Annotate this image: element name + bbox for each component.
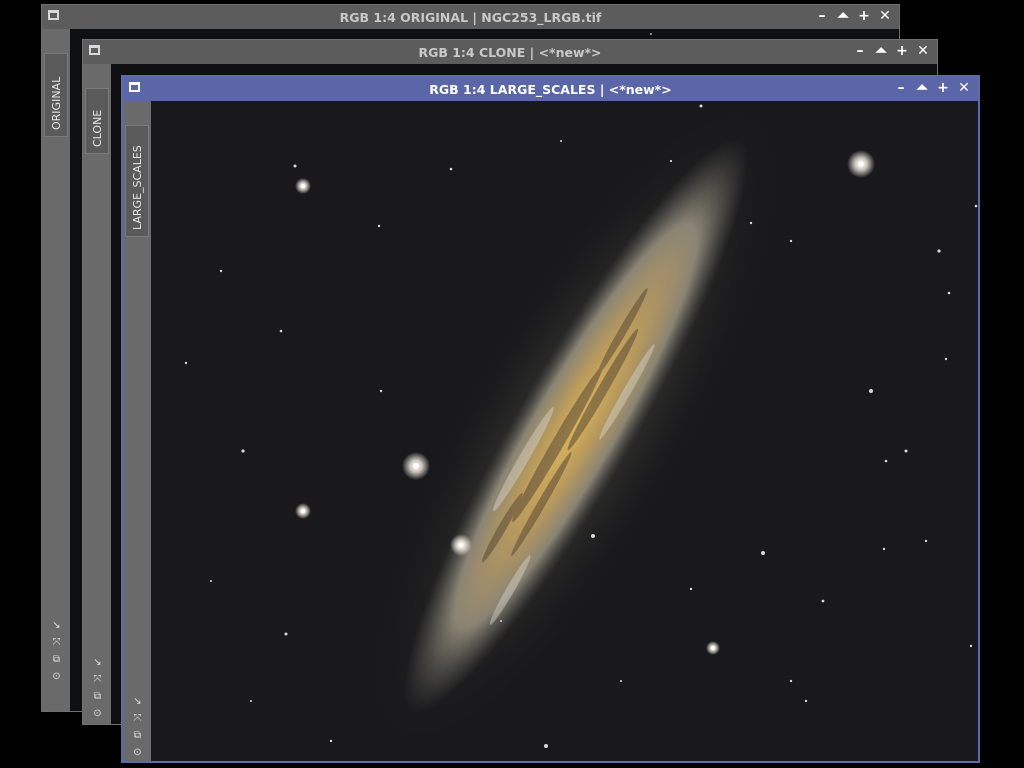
fit-view-icon[interactable]: ↘	[50, 619, 63, 632]
shade-button[interactable]: ⏶	[873, 43, 889, 60]
side-panel: LARGE_SCALES ↘ ⤧ ⧉ ⊙	[123, 101, 151, 761]
maximize-button[interactable]: +	[935, 80, 951, 97]
desktop-left	[0, 0, 40, 768]
maximize-button[interactable]: +	[894, 43, 910, 60]
galaxy-image	[151, 101, 978, 761]
shade-button[interactable]: ⏶	[914, 80, 930, 97]
view-tools: ↘ ⤧ ⧉ ⊙	[131, 695, 144, 759]
fit-view-icon[interactable]: ↘	[131, 695, 144, 708]
titlebar-large-scales[interactable]: RGB 1:4 LARGE_SCALES | <*new*> – ⏶ + ✕	[123, 77, 978, 101]
close-button[interactable]: ✕	[877, 8, 893, 25]
side-panel: CLONE ↘ ⤧ ⧉ ⊙	[83, 64, 111, 724]
zoom-icon[interactable]: ⤧	[131, 712, 144, 725]
minimize-button[interactable]: –	[814, 8, 830, 25]
target-icon[interactable]: ⊙	[91, 707, 104, 720]
close-button[interactable]: ✕	[956, 80, 972, 97]
tab-label: LARGE_SCALES	[131, 145, 144, 230]
close-button[interactable]: ✕	[915, 43, 931, 60]
window-title: RGB 1:4 CLONE | <*new*>	[418, 45, 602, 60]
window-title: RGB 1:4 LARGE_SCALES | <*new*>	[429, 82, 672, 97]
tab-large-scales[interactable]: LARGE_SCALES	[125, 125, 149, 237]
shade-button[interactable]: ⏶	[835, 8, 851, 25]
view-tools: ↘ ⤧ ⧉ ⊙	[50, 619, 63, 683]
zoom-icon[interactable]: ⤧	[50, 636, 63, 649]
target-icon[interactable]: ⊙	[131, 746, 144, 759]
tab-label: CLONE	[91, 109, 104, 147]
zoom-icon[interactable]: ⤧	[91, 673, 104, 686]
restore-icon[interactable]: ⧉	[91, 690, 104, 703]
side-panel: ORIGINAL ↘ ⤧ ⧉ ⊙	[42, 29, 70, 711]
titlebar-original[interactable]: RGB 1:4 ORIGINAL | NGC253_LRGB.tif – ⏶ +…	[42, 5, 899, 29]
star	[650, 33, 652, 35]
minimize-button[interactable]: –	[893, 80, 909, 97]
tab-original[interactable]: ORIGINAL	[44, 53, 68, 137]
maximize-button[interactable]: +	[856, 8, 872, 25]
window-title: RGB 1:4 ORIGINAL | NGC253_LRGB.tif	[339, 10, 602, 25]
titlebar-clone[interactable]: RGB 1:4 CLONE | <*new*> – ⏶ + ✕	[83, 40, 937, 64]
tab-clone[interactable]: CLONE	[85, 88, 109, 154]
restore-icon[interactable]: ⧉	[131, 729, 144, 742]
fit-view-icon[interactable]: ↘	[91, 656, 104, 669]
minimize-button[interactable]: –	[852, 43, 868, 60]
restore-icon[interactable]: ⧉	[50, 653, 63, 666]
target-icon[interactable]: ⊙	[50, 670, 63, 683]
tab-label: ORIGINAL	[50, 76, 63, 130]
image-large-scales[interactable]	[151, 101, 978, 761]
desktop-right	[983, 0, 1024, 768]
window-large-scales[interactable]: RGB 1:4 LARGE_SCALES | <*new*> – ⏶ + ✕ L…	[121, 75, 980, 763]
view-tools: ↘ ⤧ ⧉ ⊙	[91, 656, 104, 720]
